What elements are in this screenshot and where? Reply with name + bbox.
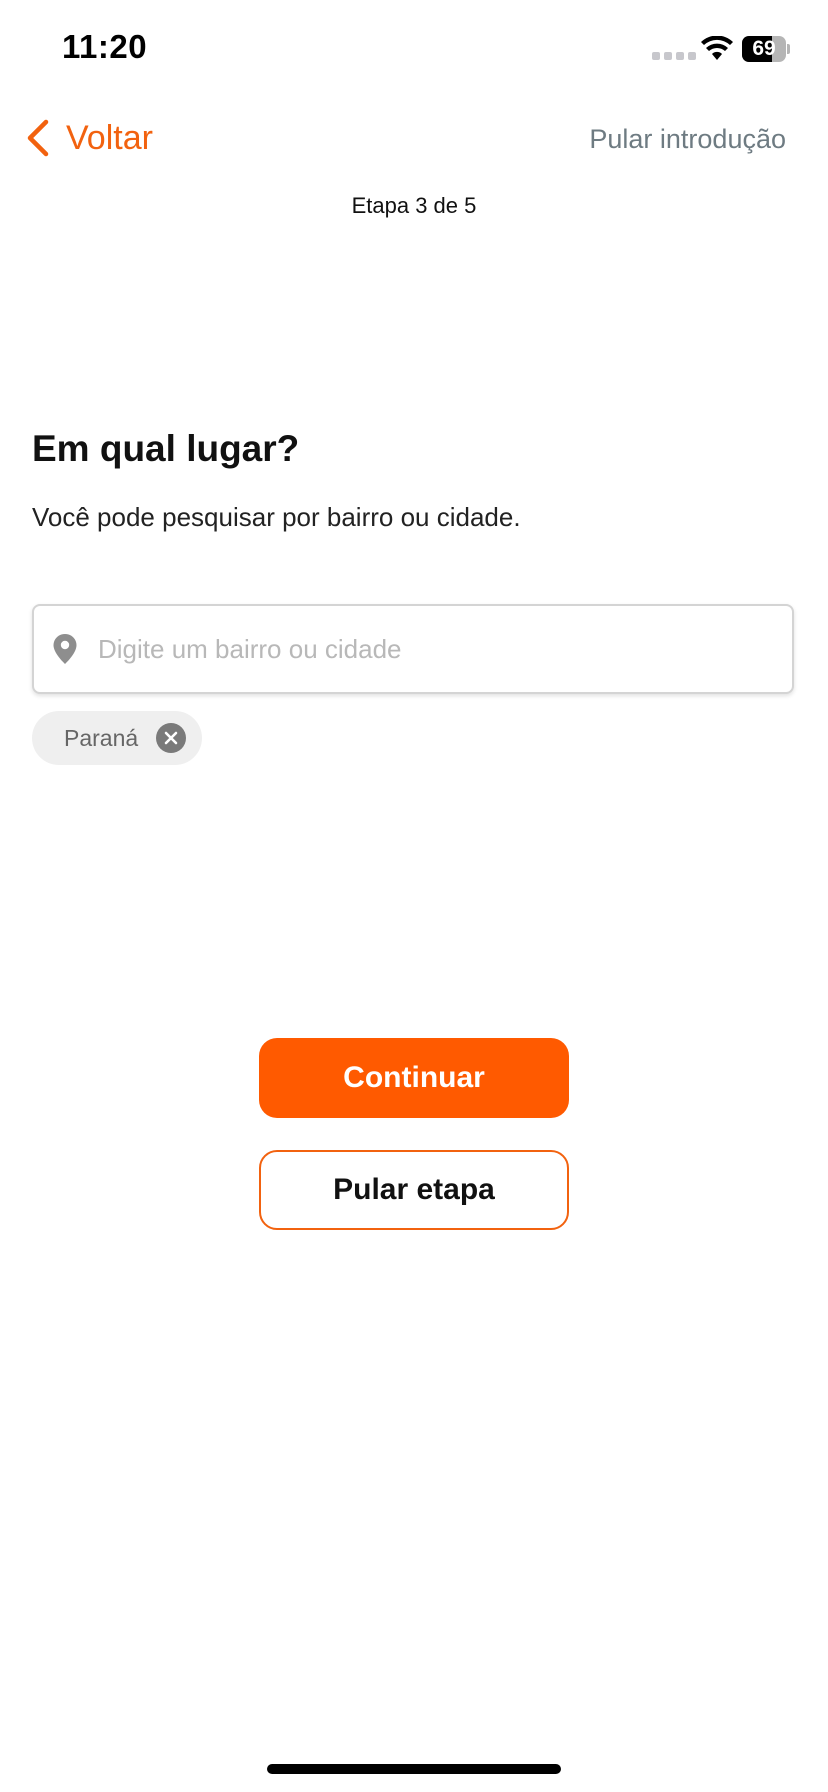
- selected-location-chip: Paraná: [32, 711, 203, 765]
- wifi-icon: [701, 36, 733, 60]
- remove-chip-button[interactable]: [156, 723, 187, 753]
- skip-intro-link[interactable]: Pular introdução: [589, 124, 786, 155]
- page-title: Em qual lugar?: [32, 428, 300, 469]
- step-indicator: Etapa 3 de 5: [351, 193, 477, 218]
- chip-label: Paraná: [64, 724, 139, 751]
- location-pin-icon: [53, 634, 77, 664]
- battery-icon: 69: [742, 36, 790, 62]
- back-button[interactable]: Voltar: [24, 118, 153, 158]
- skip-step-button[interactable]: Pular etapa: [259, 1150, 569, 1230]
- chevron-left-icon: [27, 119, 49, 157]
- battery-level: 69: [752, 37, 776, 60]
- continue-button[interactable]: Continuar: [259, 1038, 569, 1118]
- status-time: 11:20: [62, 28, 148, 65]
- back-label: Voltar: [66, 118, 153, 157]
- cellular-signal-icon: [652, 52, 696, 60]
- location-search-input[interactable]: [96, 632, 760, 666]
- location-search-field[interactable]: [32, 604, 794, 694]
- close-icon: [164, 731, 178, 745]
- home-indicator: [267, 1764, 561, 1774]
- page-subtitle: Você pode pesquisar por bairro ou cidade…: [32, 502, 521, 532]
